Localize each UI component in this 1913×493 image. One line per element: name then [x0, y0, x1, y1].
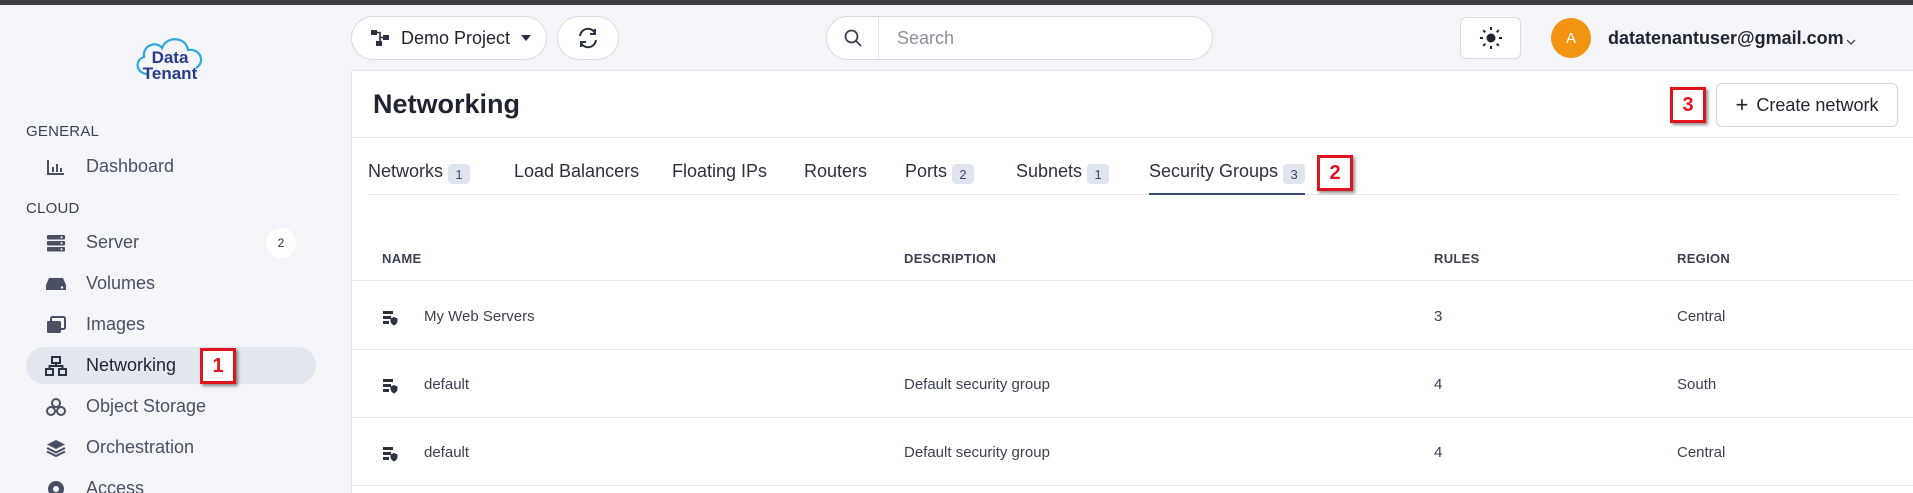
cell-description: Default security group — [904, 376, 1050, 393]
tab-count-badge: 2 — [952, 164, 975, 184]
annotation-marker-3: 3 — [1670, 87, 1706, 123]
tab-ports[interactable]: Ports 2 — [905, 157, 975, 195]
tab-load-balancers[interactable]: Load Balancers — [514, 157, 639, 195]
tab-label: Subnets — [1016, 161, 1083, 181]
caret-down-icon — [521, 35, 532, 41]
sidebar: Data Tenant GENERAL Dashboard CLOUD Serv… — [0, 5, 351, 493]
tab-label: Load Balancers — [514, 161, 640, 181]
section-label-general: GENERAL — [26, 123, 100, 140]
tab-routers[interactable]: Routers — [804, 157, 867, 195]
tab-networks[interactable]: Networks 1 — [368, 157, 471, 195]
avatar[interactable]: A — [1551, 18, 1591, 58]
sidebar-item-images[interactable]: Images — [26, 306, 316, 343]
page-title: Networking — [373, 89, 521, 119]
refresh-icon — [576, 27, 600, 49]
cell-rules: 4 — [1434, 376, 1443, 393]
sidebar-item-access[interactable]: Access — [26, 470, 316, 493]
column-header-description[interactable]: DESCRIPTION — [904, 251, 996, 266]
project-selector[interactable]: Demo Project — [351, 16, 547, 60]
tab-count-badge: 3 — [1283, 164, 1306, 184]
sidebar-item-volumes[interactable]: Volumes — [26, 265, 316, 302]
tab-subnets[interactable]: Subnets 1 — [1016, 157, 1110, 195]
tab-label: Networks — [368, 161, 444, 181]
tab-count-badge: 1 — [448, 164, 471, 184]
table-row[interactable]: My Web Servers 3 Central — [352, 282, 1913, 350]
tab-count-badge: 1 — [1087, 164, 1110, 184]
tab-label: Floating IPs — [672, 161, 768, 181]
security-group-icon — [382, 310, 398, 331]
layers-icon — [45, 437, 67, 459]
project-tree-icon — [370, 29, 390, 47]
cell-rules: 4 — [1434, 444, 1443, 461]
tab-security-groups[interactable]: Security Groups 3 — [1149, 157, 1306, 195]
sidebar-item-label: Access — [86, 478, 145, 493]
sidebar-item-object-storage[interactable]: Object Storage — [26, 388, 316, 425]
sidebar-item-label: Orchestration — [86, 437, 195, 457]
sidebar-item-networking[interactable]: Networking — [26, 347, 316, 384]
tab-label: Security Groups — [1149, 161, 1279, 181]
tab-floating-ips[interactable]: Floating IPs — [672, 157, 767, 195]
sidebar-item-label: Volumes — [86, 273, 156, 293]
chevron-down-icon[interactable] — [1846, 33, 1856, 51]
cell-region: Central — [1677, 308, 1726, 325]
sidebar-item-label: Networking — [86, 355, 177, 375]
tab-bar: Networks 1 Load Balancers Floating IPs R… — [368, 157, 1898, 195]
datatenant-logo[interactable]: Data Tenant — [130, 30, 210, 86]
sidebar-item-label: Object Storage — [86, 396, 207, 416]
create-network-label: Create network — [1756, 94, 1879, 115]
sidebar-item-dashboard[interactable]: Dashboard — [26, 148, 316, 185]
images-icon — [45, 314, 67, 336]
refresh-button[interactable] — [557, 16, 619, 60]
server-count-badge: 2 — [266, 227, 296, 258]
section-label-cloud: CLOUD — [26, 200, 80, 217]
cell-name[interactable]: default — [424, 376, 469, 393]
server-icon — [45, 232, 67, 254]
divider — [352, 137, 1913, 138]
security-group-icon — [382, 446, 398, 467]
project-name: Demo Project — [401, 27, 511, 48]
annotation-marker-1: 1 — [200, 348, 236, 384]
column-header-rules[interactable]: RULES — [1434, 251, 1480, 266]
cell-region: Central — [1677, 444, 1726, 461]
search-box — [826, 16, 1213, 60]
cell-region: South — [1677, 376, 1717, 393]
table-header: NAME DESCRIPTION RULES REGION — [352, 225, 1913, 281]
access-icon — [45, 478, 67, 493]
sidebar-item-orchestration[interactable]: Orchestration — [26, 429, 316, 466]
chart-icon — [45, 156, 67, 178]
sidebar-item-label: Dashboard — [86, 156, 175, 176]
column-header-name[interactable]: NAME — [382, 251, 421, 266]
annotation-marker-2: 2 — [1317, 155, 1353, 191]
network-icon — [45, 355, 67, 377]
sidebar-item-label: Server — [86, 232, 140, 252]
cloud-logo-icon: Data Tenant — [136, 38, 203, 83]
cell-name[interactable]: default — [424, 444, 469, 461]
cell-rules: 3 — [1434, 308, 1443, 325]
logo-text-tenant: Tenant — [143, 64, 198, 83]
drive-icon — [45, 273, 67, 295]
security-group-icon — [382, 378, 398, 399]
search-icon[interactable] — [827, 17, 879, 59]
tab-label: Routers — [804, 161, 868, 181]
table-row[interactable]: default Default security group 4 Central — [352, 418, 1913, 486]
table-row[interactable]: default Default security group 4 South — [352, 350, 1913, 418]
column-header-region[interactable]: REGION — [1677, 251, 1730, 266]
plus-icon: + — [1735, 92, 1749, 117]
cell-description: Default security group — [904, 444, 1050, 461]
cell-name[interactable]: My Web Servers — [424, 308, 535, 325]
sidebar-item-label: Images — [86, 314, 146, 334]
main-panel: Networking + Create network Networks 1 L… — [351, 70, 1913, 493]
create-network-button[interactable]: + Create network — [1716, 83, 1898, 127]
sidebar-item-server[interactable]: Server 2 — [26, 224, 316, 261]
search-input[interactable] — [879, 27, 1199, 49]
tab-label: Ports — [905, 161, 948, 181]
user-email[interactable]: datatenantuser@gmail.com — [1608, 28, 1844, 49]
boxes-icon — [45, 396, 67, 418]
sun-icon — [1479, 26, 1503, 50]
theme-toggle-button[interactable] — [1460, 17, 1521, 59]
